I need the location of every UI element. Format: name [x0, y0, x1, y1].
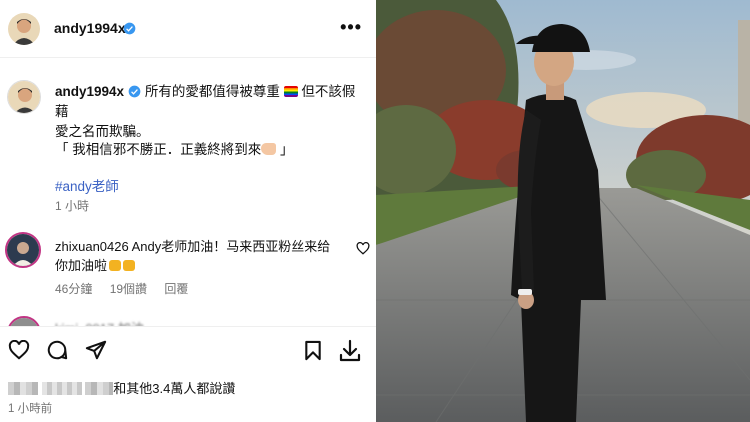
comment-body-line1: Andy老师加油！马来西亚粉丝来给 — [131, 239, 331, 254]
caption-timestamp: 1 小時 — [55, 199, 90, 213]
fist-emoji-icon — [123, 260, 136, 271]
caption-line2: 愛之名而欺騙。 — [55, 124, 150, 139]
share-send-icon[interactable] — [85, 339, 107, 361]
verified-badge-icon — [123, 22, 136, 35]
more-options-icon[interactable]: ••• — [340, 18, 362, 36]
post-header: andy1994x ••• — [0, 0, 376, 58]
caption-quote: 「 我相信邪不勝正．正義終將到來 」 — [55, 138, 294, 158]
comment-age: 46分鐘 — [55, 282, 93, 296]
blurred-username — [41, 382, 82, 395]
caption-text: andy1994x 所有的愛都值得被尊重 但不該假藉 愛之名而欺騙。 — [55, 82, 367, 142]
post-timestamp: 1 小時前 — [8, 403, 53, 415]
author-avatar[interactable] — [8, 13, 40, 45]
post-photo[interactable] — [376, 0, 750, 422]
download-icon[interactable] — [338, 339, 362, 363]
likes-summary-text: 和其他3.4萬人都說讚 — [113, 381, 236, 396]
commenter-avatar[interactable] — [5, 232, 41, 268]
reply-button[interactable]: 回覆 — [164, 282, 188, 296]
verified-badge-icon — [128, 85, 141, 98]
comment-body-line2: 你加油啦 — [55, 258, 108, 273]
commenter-avatar[interactable] — [7, 316, 41, 326]
action-bar — [0, 326, 376, 372]
photo-image — [376, 0, 750, 422]
caption-username[interactable]: andy1994x — [55, 84, 124, 99]
caption-line1: 所有的愛都值得被尊重 — [144, 84, 280, 99]
likes-summary[interactable]: 和其他3.4萬人都說讚 — [8, 378, 235, 397]
next-comment-preview: kimi_0917 加油 — [0, 312, 376, 326]
comment-icon[interactable] — [46, 339, 68, 361]
blurred-username — [8, 382, 38, 395]
like-heart-icon[interactable] — [8, 340, 30, 360]
comment-meta: 46分鐘 19個讚 回覆 — [55, 280, 202, 297]
bookmark-save-icon[interactable] — [304, 340, 322, 361]
comment-likes-count[interactable]: 19個讚 — [110, 282, 147, 296]
hashtag-link[interactable]: #andy老師 — [55, 175, 119, 195]
caption-author-avatar[interactable] — [7, 80, 41, 114]
blurred-username — [85, 382, 114, 395]
commenter-username[interactable]: zhixuan0426 — [55, 239, 129, 254]
quote-close: 」 — [276, 142, 294, 157]
instagram-post-panel: andy1994x ••• andy1994x 所有的愛都值得被尊重 但不該假藉… — [0, 0, 376, 422]
comment-item: zhixuan0426 Andy老师加油！马来西亚粉丝来给 你加油啦 46分鐘 … — [0, 228, 376, 298]
quote-text: 「 我相信邪不勝正．正義終將到來 — [55, 142, 262, 157]
fist-emoji-icon — [109, 260, 122, 271]
comment-text: zhixuan0426 Andy老师加油！马来西亚粉丝来给 你加油啦 — [55, 237, 350, 275]
comment-like-heart-icon[interactable] — [356, 242, 370, 255]
flexed-biceps-icon — [261, 143, 277, 155]
author-username[interactable]: andy1994x — [54, 20, 126, 36]
rainbow-flag-icon — [283, 86, 298, 97]
next-comment-text: kimi_0917 加油 — [55, 318, 144, 326]
